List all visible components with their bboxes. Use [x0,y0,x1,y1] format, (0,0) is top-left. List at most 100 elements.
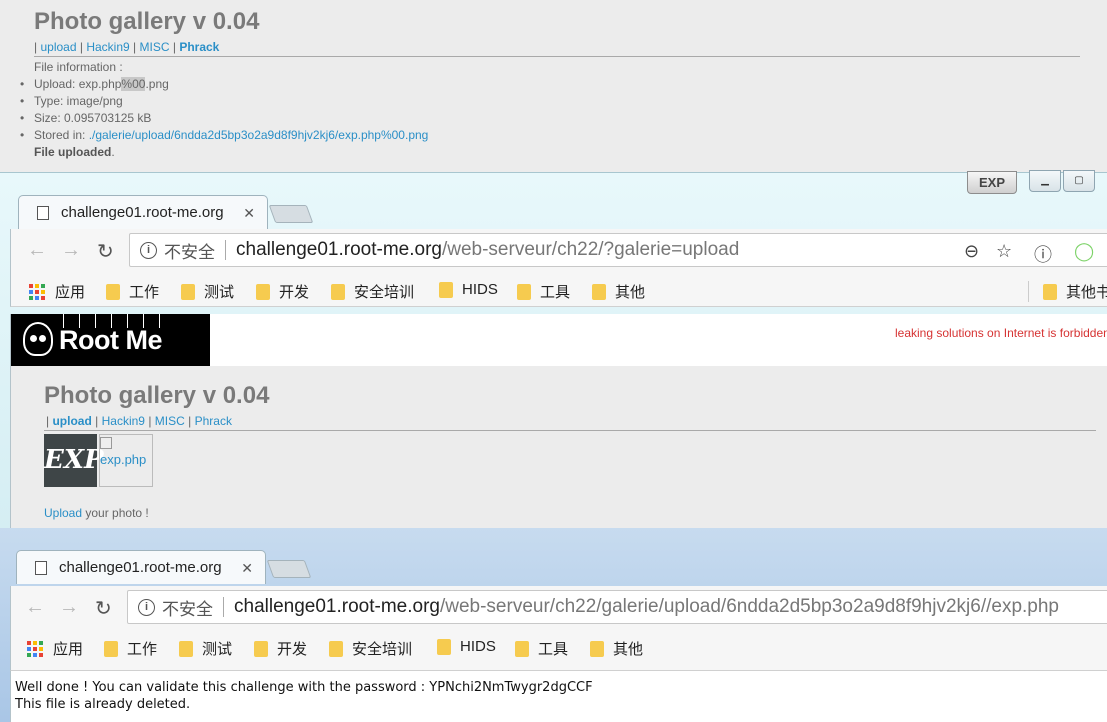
bookmark-folder[interactable]: 安全培训 [329,638,412,659]
bookmark-folder[interactable]: 工作 [104,638,157,659]
insecure-label: 不安全 [164,242,215,262]
close-tab-icon[interactable]: ✕ [241,560,253,577]
folder-icon [106,283,120,300]
folder-icon [181,283,195,300]
folder-icon [104,640,118,657]
bookmark-folder[interactable]: HIDS [439,281,498,298]
toolbar: ← → ↻ i 不安全 challenge01.root-me.org/web-… [10,586,1107,630]
folder-icon [256,283,270,300]
bookmark-folder[interactable]: 安全培训 [331,281,414,302]
file-information: File information : Upload: exp.php%00.pn… [20,59,428,159]
broken-image-thumbnail[interactable]: exp.php [99,434,153,487]
extension-icon[interactable]: ⓘ [1034,241,1052,267]
insecure-label: 不安全 [162,599,213,619]
file-size: Size: 0.095703125 kB [20,110,428,127]
bookmark-folder[interactable]: 工具 [517,281,570,302]
warning-text: leaking solutions on Internet is forbidd… [895,326,1107,340]
bookmark-apps[interactable]: 应用 [27,638,83,659]
new-tab-button[interactable] [266,560,312,578]
file-info-label: File information : [34,60,123,74]
window-controls: ▁ ▢ [1027,170,1095,192]
url-path: /web-serveur/ch22/?galerie=upload [441,239,740,260]
apps-icon [27,640,43,657]
nav-upload-link[interactable]: upload [52,414,91,428]
folder-icon [439,281,453,298]
nav-phrack-link[interactable]: Phrack [179,40,219,54]
page-content-1: Root Me leaking solutions on Internet is… [10,314,1107,529]
bookmark-folder[interactable]: 测试 [181,281,234,302]
minimize-button[interactable]: ▁ [1029,170,1061,192]
stored-path-link[interactable]: ./galerie/upload/6ndda2d5bp3o2a9d8f9hjv2… [89,128,429,142]
bookmark-folder[interactable]: 其他 [590,638,643,659]
root-me-logo[interactable]: Root Me [11,314,210,366]
apps-icon [29,283,45,300]
bookmark-folder[interactable]: 工具 [515,638,568,659]
upload-link[interactable]: Upload [44,506,82,520]
back-icon[interactable]: ← [27,239,47,262]
bookmark-folder[interactable]: 开发 [256,281,309,302]
url-host: challenge01.root-me.org [234,596,440,617]
bookmark-folder[interactable]: 其他 [592,281,645,302]
gallery-title: Photo gallery v 0.04 [34,8,260,35]
toolbar: ← → ↻ i 不安全 challenge01.root-me.org/web-… [10,229,1107,273]
success-message: Well done ! You can validate this challe… [15,680,593,695]
bookmark-apps[interactable]: 应用 [29,281,85,302]
folder-icon [517,283,531,300]
upload-result-page: Photo gallery v 0.04 | upload | Hackin9 … [0,0,1107,172]
nav-misc-link[interactable]: MISC [155,414,185,428]
nav-phrack-link[interactable]: Phrack [195,414,232,428]
maximize-button[interactable]: ▢ [1063,170,1095,192]
nav-misc-link[interactable]: MISC [140,40,170,54]
url-host: challenge01.root-me.org [236,239,442,260]
page-content-2: Well done ! You can validate this challe… [10,671,1107,722]
address-bar[interactable]: i 不安全 challenge01.root-me.org/web-serveu… [129,233,1107,267]
bookmark-folder[interactable]: 工作 [106,281,159,302]
file-type: Type: image/png [20,93,428,110]
bookmarks-bar: 应用 工作 测试 开发 安全培训 HIDS 工具 其他 [10,630,1107,671]
page-icon [35,560,47,575]
zoom-icon[interactable]: ⊖ [964,241,979,262]
forward-icon[interactable]: → [59,596,79,619]
site-info-icon[interactable]: i [140,241,157,259]
exp-php-link[interactable]: exp.php [100,452,146,467]
bookmark-folder[interactable]: 测试 [179,638,232,659]
site-info-icon[interactable]: i [138,598,155,616]
reload-icon[interactable]: ↻ [97,239,114,264]
forward-icon[interactable]: → [61,239,81,262]
bookmarks-bar: 应用 工作 测试 开发 安全培训 HIDS 工具 其他 其他书 [10,273,1107,307]
star-icon[interactable]: ☆ [996,241,1012,262]
folder-icon [254,640,268,657]
null-byte-highlight: %00 [121,77,146,91]
page-icon [37,205,49,220]
nav-hackin9-link[interactable]: Hackin9 [102,414,145,428]
file-info-list: Upload: exp.php%00.png Type: image/png S… [20,76,428,144]
deleted-message: This file is already deleted. [15,697,191,712]
folder-icon [329,640,343,657]
folder-icon [331,283,345,300]
reload-icon[interactable]: ↻ [95,596,112,621]
exp-thumbnail[interactable]: EXP [44,434,104,487]
bookmark-other[interactable]: 其他书 [1028,281,1107,302]
tab-challenge01[interactable]: challenge01.root-me.org ✕ [16,550,266,584]
folder-icon [437,638,451,655]
new-tab-button[interactable] [268,205,314,223]
close-tab-icon[interactable]: ✕ [243,205,255,222]
folder-icon [590,640,604,657]
extension-green-icon[interactable]: ◯ [1074,241,1094,262]
skull-icon [23,322,53,356]
bookmark-folder[interactable]: 开发 [254,638,307,659]
nav-upload-link[interactable]: upload [40,40,76,54]
upload-prompt: Upload your photo ! [44,506,149,520]
address-bar[interactable]: i 不安全 challenge01.root-me.org/web-serveu… [127,590,1107,624]
browser-window-2: challenge01.root-me.org ✕ ← → ↻ i 不安全 ch… [0,528,1107,722]
nav-hackin9-link[interactable]: Hackin9 [86,40,129,54]
site-header: Root Me leaking solutions on Internet is… [11,314,1107,366]
exp-window-button[interactable]: EXP [967,171,1017,194]
browser-window-1: EXP ▁ ▢ challenge01.root-me.org ✕ ← → ↻ … [0,170,1107,529]
broken-image-icon [100,437,112,449]
folder-icon [1043,283,1057,300]
gallery-nav: | upload | Hackin9 | MISC | Phrack [34,40,220,54]
back-icon[interactable]: ← [25,596,45,619]
tab-challenge01[interactable]: challenge01.root-me.org ✕ [18,195,268,229]
bookmark-folder[interactable]: HIDS [437,638,496,655]
